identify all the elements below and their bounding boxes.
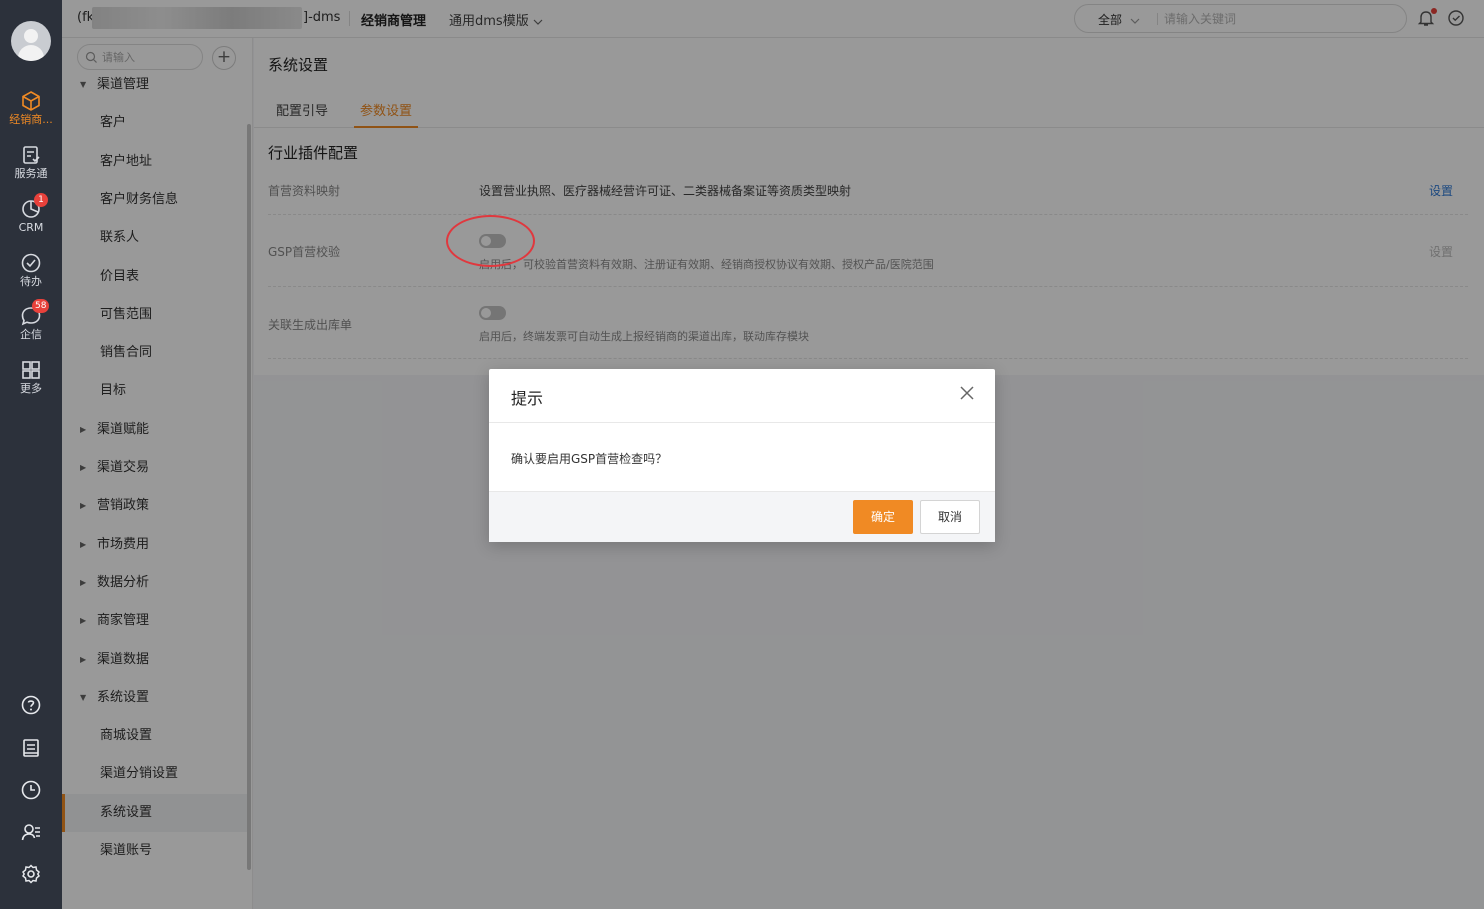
close-button[interactable] (959, 385, 975, 405)
crm-badge: 1 (34, 193, 48, 207)
notebook-icon (23, 739, 39, 757)
rail-item-label: CRM (18, 221, 44, 234)
settings-icon (22, 864, 40, 884)
close-icon (960, 386, 974, 400)
history-button[interactable] (0, 779, 62, 805)
notebook-button[interactable] (0, 737, 62, 763)
check-circle-icon (21, 253, 41, 273)
rail-item-label: 经销商... (9, 113, 53, 126)
rail-item-label: 服务通 (14, 167, 48, 180)
service-icon (23, 146, 40, 164)
confirm-button[interactable]: 确定 (853, 500, 913, 534)
left-rail: 经销商... 服务通 CRM 1 待办 企信 58 更多 (0, 0, 62, 909)
settings-button[interactable] (0, 863, 62, 889)
cube-icon (22, 91, 40, 111)
contacts-button[interactable] (0, 821, 62, 847)
rail-item-todo[interactable]: 待办 (0, 252, 62, 288)
help-icon (21, 695, 41, 715)
avatar[interactable] (11, 21, 51, 61)
rail-item-crm[interactable]: CRM 1 (0, 193, 62, 234)
clock-icon (21, 780, 41, 800)
rail-item-label: 更多 (20, 382, 42, 395)
rail-item-chat[interactable]: 企信 58 (0, 299, 62, 341)
rail-item-service[interactable]: 服务通 (0, 144, 62, 180)
cancel-button[interactable]: 取消 (920, 500, 980, 534)
chat-badge: 58 (32, 299, 50, 313)
help-button[interactable] (0, 694, 62, 720)
rail-item-dealer[interactable]: 经销商... (0, 90, 62, 126)
confirm-dialog: 提示 确认要启用GSP首营检查吗？ 确定 取消 (489, 369, 995, 542)
annotation-circle (446, 215, 535, 267)
grid-icon (22, 361, 40, 379)
rail-item-label: 企信 (20, 328, 42, 341)
dialog-title: 提示 (511, 389, 544, 408)
dialog-message: 确认要启用GSP首营检查吗？ (511, 452, 668, 466)
rail-item-more[interactable]: 更多 (0, 359, 62, 395)
contacts-icon (21, 824, 40, 841)
rail-item-label: 待办 (20, 275, 42, 288)
